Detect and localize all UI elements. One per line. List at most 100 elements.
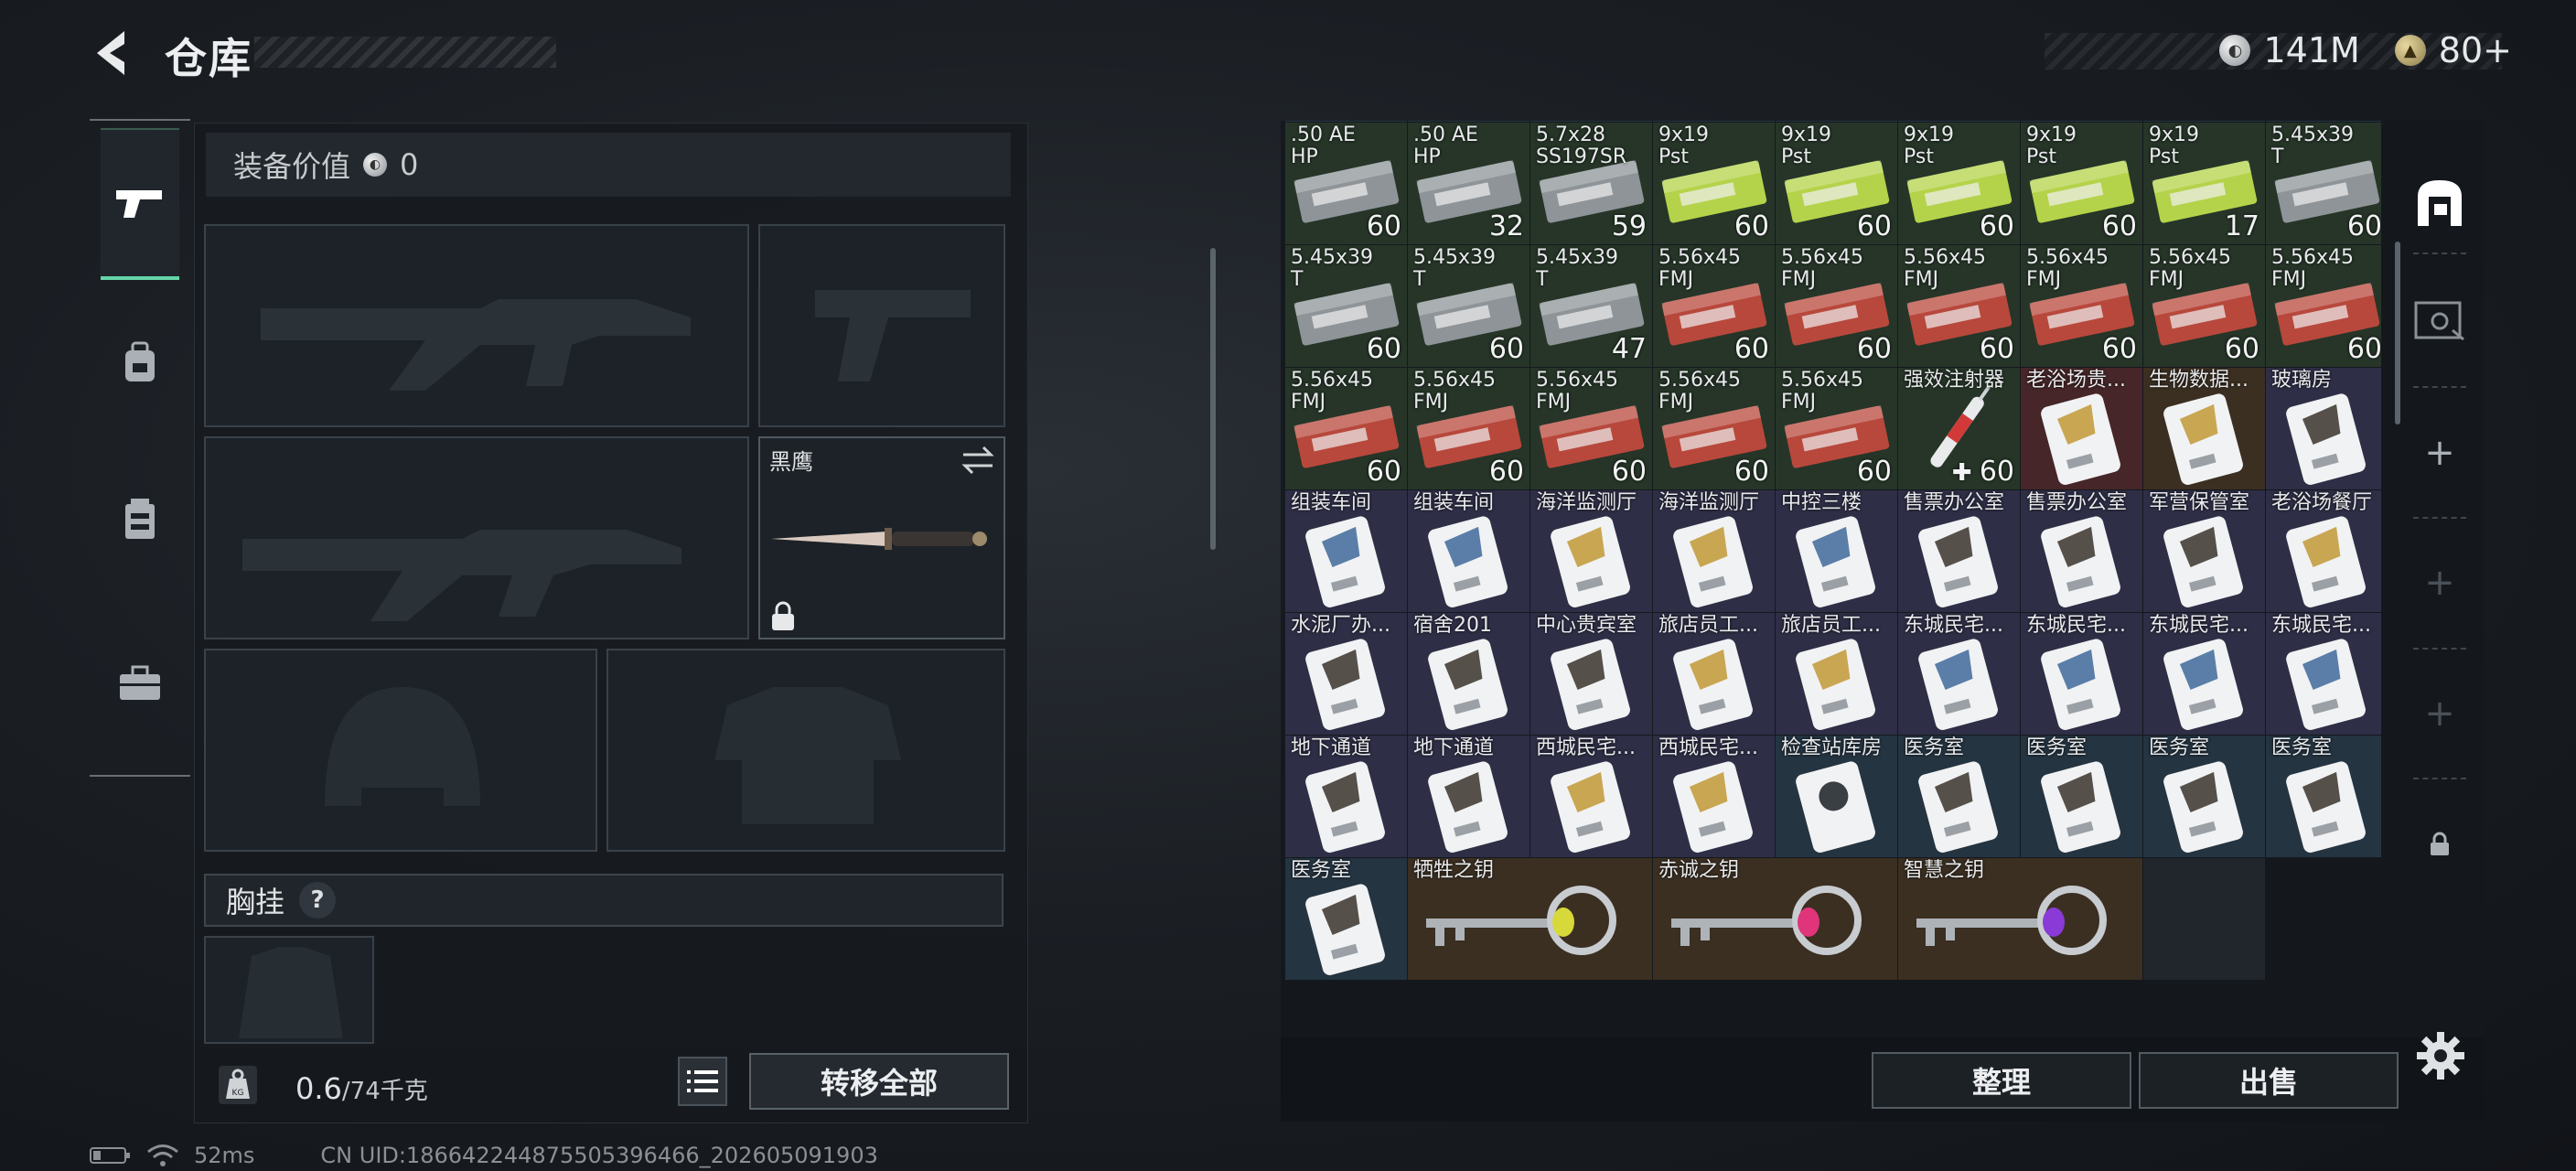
key-slot[interactable]: 牺牲之钥	[1408, 858, 1652, 980]
help-button[interactable]: ?	[299, 882, 337, 919]
pistol-slot[interactable]	[758, 224, 1005, 427]
inventory-slot[interactable]: 售票办公室	[2021, 490, 2142, 612]
add-storage-tab-button[interactable]: +	[2408, 421, 2472, 485]
gold-coin-amount[interactable]: 80+	[2439, 30, 2512, 70]
inventory-slot[interactable]: 5.7x28 SS197SR 59	[1530, 123, 1652, 244]
inventory-slot[interactable]: 东城民宅...	[2021, 613, 2142, 735]
inventory-slot[interactable]: 东城民宅...	[2266, 613, 2381, 735]
gold-coin-icon: ▲	[2394, 35, 2426, 66]
inventory-slot[interactable]: .50 AE HP 32	[1408, 123, 1530, 244]
inventory-slot[interactable]: 组装车间	[1408, 490, 1530, 612]
primary-weapon-slot[interactable]	[204, 224, 749, 427]
storage-scrollbar[interactable]	[2395, 242, 2400, 424]
inventory-slot[interactable]: 组装车间	[1285, 490, 1407, 612]
inventory-slot[interactable]: 西城民宅...	[1530, 736, 1652, 857]
inventory-slot[interactable]: 检查站库房	[1776, 736, 1897, 857]
inventory-slot[interactable]: 售票办公室	[1898, 490, 2020, 612]
secondary-weapon-slot[interactable]	[204, 436, 749, 639]
nav-backpack[interactable]	[101, 290, 179, 436]
inventory-slot[interactable]: 60	[1530, 121, 1652, 122]
sell-button[interactable]: 出售	[2139, 1052, 2399, 1109]
inventory-slot[interactable]: 水泥厂办...	[1285, 613, 1407, 735]
tab-storage-main[interactable]	[2408, 170, 2472, 234]
inventory-slot[interactable]: 生物数据...	[2143, 368, 2265, 489]
tab-storage-safe[interactable]	[2408, 288, 2472, 352]
inventory-slot[interactable]: 5.56x45 FMJ 60	[1776, 368, 1897, 489]
inventory-slot[interactable]: 60	[1776, 121, 1897, 122]
inventory-slot[interactable]: 9x19 Pst 60	[1898, 123, 2020, 244]
inventory-slot[interactable]: 医务室	[1898, 736, 2020, 857]
inventory-slot[interactable]: 60	[2266, 121, 2381, 122]
inventory-slot[interactable]: 5.45x39 T 47	[1530, 245, 1652, 367]
inventory-slot[interactable]: 海洋监测厅	[1530, 490, 1652, 612]
item-name: 宿舍201	[1413, 614, 1492, 637]
inventory-slot[interactable]: 5.56x45 FMJ 60	[1530, 368, 1652, 489]
nav-weapons[interactable]	[101, 128, 179, 280]
inventory-slot[interactable]: 5.56x45 FMJ 60	[2021, 245, 2142, 367]
empty-slot[interactable]	[2143, 858, 2265, 980]
inventory-slot[interactable]: 60	[1653, 121, 1775, 122]
inventory-slot[interactable]: 5.56x45 FMJ 60	[2143, 245, 2265, 367]
inventory-slot[interactable]: 5.56x45 FMJ 60	[1408, 368, 1530, 489]
inventory-slot[interactable]: 5.56x45 FMJ 60	[2266, 245, 2381, 367]
key-slot[interactable]: 赤诚之钥	[1653, 858, 1897, 980]
inventory-slot[interactable]: 老浴场贵...	[2021, 368, 2142, 489]
sort-button[interactable]: 整理	[1872, 1052, 2131, 1109]
locked-storage-tab[interactable]	[2408, 812, 2472, 876]
inventory-slot[interactable]: 60	[1285, 121, 1407, 122]
back-arrow-icon[interactable]	[88, 26, 135, 81]
inventory-slot[interactable]: 地下通道	[1408, 736, 1530, 857]
inventory-slot[interactable]: 医务室	[2021, 736, 2142, 857]
inventory-slot[interactable]: 9x19 Pst 60	[2021, 123, 2142, 244]
inventory-slot[interactable]: 西城民宅...	[1653, 736, 1775, 857]
inventory-slot[interactable]: 9x19 Pst 60	[1653, 123, 1775, 244]
inventory-slot[interactable]: 东城民宅...	[2143, 613, 2265, 735]
inventory-slot[interactable]: 11	[2143, 121, 2265, 122]
inventory-slot[interactable]: 60	[1898, 121, 2020, 122]
nav-vest[interactable]	[101, 446, 179, 592]
inventory-slot[interactable]: 60	[1408, 121, 1530, 122]
inventory-slot[interactable]: 医务室	[2143, 736, 2265, 857]
inventory-slot[interactable]: 强效注射器 ✚ 60	[1898, 368, 2020, 489]
inventory-slot[interactable]: 地下通道	[1285, 736, 1407, 857]
inventory-slot[interactable]: 医务室	[2266, 736, 2381, 857]
inventory-slot[interactable]: 5.56x45 FMJ 60	[1776, 245, 1897, 367]
swap-icon[interactable]	[960, 444, 996, 477]
inventory-slot[interactable]: 东城民宅...	[1898, 613, 2020, 735]
inventory-slot[interactable]: 军营保管室	[2143, 490, 2265, 612]
inventory-slot[interactable]: 5.56x45 FMJ 60	[1285, 368, 1407, 489]
item-count: 60	[2102, 333, 2137, 365]
inventory-slot[interactable]: 5.56x45 FMJ 60	[1653, 368, 1775, 489]
inventory-slot[interactable]: 中控三楼	[1776, 490, 1897, 612]
inventory-slot[interactable]: 9x19 Pst 17	[2143, 123, 2265, 244]
inventory-slot[interactable]: 中心贵宾室	[1530, 613, 1652, 735]
inventory-slot[interactable]: 玻璃房	[2266, 368, 2381, 489]
list-view-button[interactable]	[678, 1057, 727, 1106]
armor-slot[interactable]	[606, 649, 1005, 852]
transfer-all-button[interactable]: 转移全部	[749, 1053, 1009, 1110]
inventory-slot[interactable]: 5.56x45 FMJ 60	[1653, 245, 1775, 367]
inventory-slot[interactable]: 老浴场餐厅	[2266, 490, 2381, 612]
add-storage-tab-button[interactable]: +	[2408, 551, 2472, 615]
inventory-slot[interactable]: 宿舍201	[1408, 613, 1530, 735]
settings-gear-icon[interactable]	[2415, 1030, 2466, 1081]
add-storage-tab-button[interactable]: +	[2408, 682, 2472, 746]
inventory-slot[interactable]: 60	[2021, 121, 2142, 122]
inventory-slot[interactable]: 旅店员工...	[1653, 613, 1775, 735]
inventory-slot[interactable]: 医务室	[1285, 858, 1407, 980]
inventory-slot[interactable]: .50 AE HP 60	[1285, 123, 1407, 244]
inventory-slot[interactable]: 5.45x39 T 60	[2266, 123, 2381, 244]
inventory-slot[interactable]: 5.56x45 FMJ 60	[1898, 245, 2020, 367]
chest-rig-slot[interactable]	[204, 936, 374, 1044]
melee-slot[interactable]: 黑鹰	[758, 436, 1005, 639]
inventory-slot[interactable]: 5.45x39 T 60	[1285, 245, 1407, 367]
key-slot[interactable]: 智慧之钥	[1898, 858, 2142, 980]
helmet-slot[interactable]	[204, 649, 597, 852]
inventory-slot[interactable]: 旅店员工...	[1776, 613, 1897, 735]
equipment-scrollbar[interactable]	[1210, 248, 1216, 550]
nav-toolbox[interactable]	[101, 610, 179, 757]
item-count-value: 60	[1979, 333, 2014, 365]
inventory-slot[interactable]: 海洋监测厅	[1653, 490, 1775, 612]
inventory-slot[interactable]: 5.45x39 T 60	[1408, 245, 1530, 367]
inventory-slot[interactable]: 9x19 Pst 60	[1776, 123, 1897, 244]
